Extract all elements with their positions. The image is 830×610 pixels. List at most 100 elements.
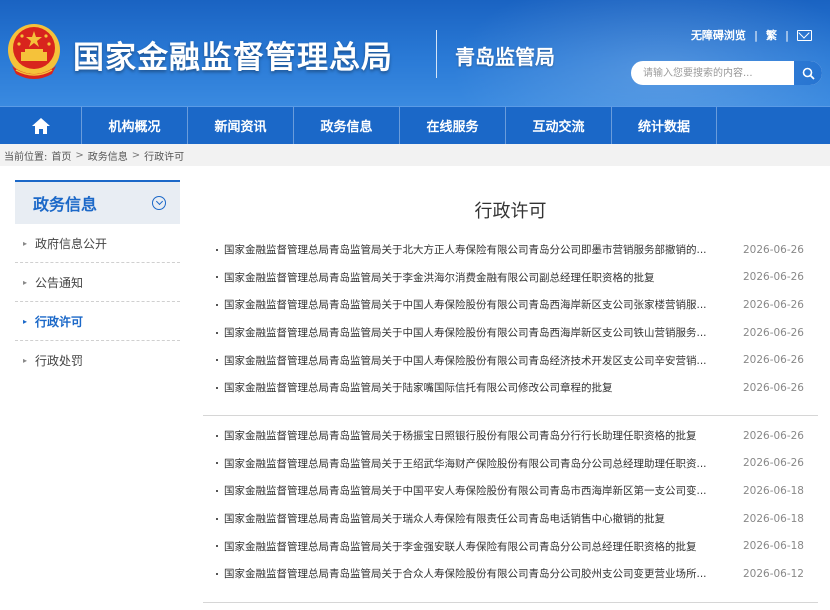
sidebar-title: 政务信息 (33, 195, 98, 214)
sidebar-item-administrative-license[interactable]: ▸ 行政许可 (15, 302, 180, 341)
list-item-title[interactable]: 国家金融监督管理总局青岛监管局关于中国平安人寿保险股份有限公司青岛市西海岸新区第… (224, 483, 724, 498)
sidebar-item-label: 公告通知 (35, 275, 84, 290)
nav-item-about[interactable]: 机构概况 (81, 106, 187, 145)
license-list-group-2: 国家金融监督管理总局青岛监管局关于杨振宝日照银行股份有限公司青岛分行行长助理任职… (216, 422, 804, 588)
sidebar-item-announcements[interactable]: ▸ 公告通知 (15, 263, 180, 302)
top-link-separator: | (784, 28, 789, 42)
nav-item-interaction[interactable]: 互动交流 (505, 106, 611, 145)
list-item-date: 2026-06-26 (742, 243, 804, 256)
breadcrumb-government-info[interactable]: 政务信息 (88, 148, 128, 163)
sidebar: 政务信息 ▸ 政府信息公开 ▸ 公告通知 ▸ 行政许可 ▸ 行政处罚 (15, 180, 180, 380)
top-links: 无障碍浏览 | 繁 | (691, 27, 812, 43)
list-item-date: 2026-06-18 (742, 484, 804, 497)
list-item-date: 2026-06-26 (742, 354, 804, 367)
national-emblem-icon (8, 24, 60, 79)
list-item[interactable]: 国家金融监督管理总局青岛监管局关于中国平安人寿保险股份有限公司青岛市西海岸新区第… (216, 477, 804, 505)
breadcrumb-separator: > (131, 149, 141, 161)
list-item-date: 2026-06-18 (742, 540, 804, 553)
bullet-icon (216, 359, 218, 362)
license-list-group-1: 国家金融监督管理总局青岛监管局关于北大方正人寿保险有限公司青岛分公司即墨市营销服… (216, 236, 804, 402)
list-item[interactable]: 国家金融监督管理总局青岛监管局关于中国人寿保险股份有限公司青岛西海岸新区支公司铁… (216, 319, 804, 347)
top-link-separator: | (753, 28, 758, 42)
bullet-icon (216, 489, 218, 492)
list-divider (203, 602, 818, 603)
sidebar-item-label: 行政处罚 (35, 354, 84, 368)
list-item-date: 2026-06-26 (742, 298, 804, 311)
arrow-right-icon: ▸ (23, 238, 28, 248)
arrow-right-icon: ▸ (23, 316, 28, 326)
nav-item-online-service[interactable]: 在线服务 (399, 106, 505, 145)
list-item-date: 2026-06-12 (742, 567, 804, 580)
mail-icon[interactable] (797, 29, 812, 41)
list-item-title[interactable]: 国家金融监督管理总局青岛监管局关于杨振宝日照银行股份有限公司青岛分行行长助理任职… (224, 428, 724, 443)
list-item-title[interactable]: 国家金融监督管理总局青岛监管局关于北大方正人寿保险有限公司青岛分公司即墨市营销服… (224, 242, 724, 257)
nav-item-government-info[interactable]: 政务信息 (293, 106, 399, 145)
list-item-date: 2026-06-26 (742, 429, 804, 442)
traditional-chinese-link[interactable]: 繁 (766, 27, 777, 43)
list-item-title[interactable]: 国家金融监督管理总局青岛监管局关于中国人寿保险股份有限公司青岛西海岸新区支公司张… (224, 297, 724, 312)
bullet-icon (216, 517, 218, 520)
list-item[interactable]: 国家金融监督管理总局青岛监管局关于王绍武华海财产保险股份有限公司青岛分公司总经理… (216, 450, 804, 478)
sidebar-item-label: 政府信息公开 (35, 236, 108, 251)
list-item-title[interactable]: 国家金融监督管理总局青岛监管局关于中国人寿保险股份有限公司青岛西海岸新区支公司铁… (224, 325, 724, 340)
bullet-icon (216, 303, 218, 306)
list-divider (203, 415, 818, 416)
branch-title[interactable]: 青岛监管局 (455, 41, 555, 70)
breadcrumb-home[interactable]: 首页 (51, 148, 71, 163)
breadcrumb: 当前位置: 首页 > 政务信息 > 行政许可 (0, 144, 830, 166)
breadcrumb-prefix: 当前位置: (4, 151, 48, 163)
list-item-title[interactable]: 国家金融监督管理总局青岛监管局关于陆家嘴国际信托有限公司修改公司章程的批复 (224, 380, 724, 395)
list-item-date: 2026-06-26 (742, 271, 804, 284)
list-item-title[interactable]: 国家金融监督管理总局青岛监管局关于李金强安联人寿保险有限公司青岛分公司总经理任职… (224, 539, 724, 554)
bullet-icon (216, 545, 218, 548)
list-item[interactable]: 国家金融监督管理总局青岛监管局关于李金强安联人寿保险有限公司青岛分公司总经理任职… (216, 532, 804, 560)
search-box (631, 61, 822, 85)
list-item-date: 2026-06-26 (742, 326, 804, 339)
nav-item-statistics[interactable]: 统计数据 (611, 106, 717, 145)
accessibility-link[interactable]: 无障碍浏览 (691, 27, 746, 43)
list-item-title[interactable]: 国家金融监督管理总局青岛监管局关于王绍武华海财产保险股份有限公司青岛分公司总经理… (224, 456, 724, 471)
sidebar-header: 政务信息 (15, 180, 180, 224)
list-item-date: 2026-06-18 (742, 512, 804, 525)
home-icon (31, 117, 50, 134)
bullet-icon (216, 386, 218, 389)
main-nav: 机构概况 新闻资讯 政务信息 在线服务 互动交流 统计数据 (0, 106, 830, 145)
chevron-down-circle-icon[interactable] (152, 196, 166, 210)
bullet-icon (216, 331, 218, 334)
list-item-title[interactable]: 国家金融监督管理总局青岛监管局关于中国人寿保险股份有限公司青岛经济技术开发区支公… (224, 353, 724, 368)
list-item-title[interactable]: 国家金融监督管理总局青岛监管局关于瑞众人寿保险有限责任公司青岛电话销售中心撤销的… (224, 511, 724, 526)
sidebar-item-administrative-penalty[interactable]: ▸ 行政处罚 (15, 341, 180, 380)
list-item[interactable]: 国家金融监督管理总局青岛监管局关于杨振宝日照银行股份有限公司青岛分行行长助理任职… (216, 422, 804, 450)
breadcrumb-current[interactable]: 行政许可 (144, 148, 184, 163)
list-item[interactable]: 国家金融监督管理总局青岛监管局关于瑞众人寿保险有限责任公司青岛电话销售中心撤销的… (216, 505, 804, 533)
search-input[interactable] (631, 62, 794, 84)
list-item-date: 2026-06-26 (742, 381, 804, 394)
search-button[interactable] (794, 61, 822, 85)
arrow-right-icon: ▸ (23, 277, 28, 287)
breadcrumb-separator: > (75, 149, 84, 161)
arrow-right-icon: ▸ (23, 356, 28, 365)
title-divider (436, 30, 437, 78)
page-title: 行政许可 (474, 201, 547, 222)
list-item[interactable]: 国家金融监督管理总局青岛监管局关于中国人寿保险股份有限公司青岛西海岸新区支公司张… (216, 291, 804, 319)
list-item[interactable]: 国家金融监督管理总局青岛监管局关于中国人寿保险股份有限公司青岛经济技术开发区支公… (216, 346, 804, 374)
list-item[interactable]: 国家金融监督管理总局青岛监管局关于北大方正人寿保险有限公司青岛分公司即墨市营销服… (216, 236, 804, 264)
sidebar-item-label: 行政许可 (35, 314, 84, 329)
list-item[interactable]: 国家金融监督管理总局青岛监管局关于李金洪海尔消费金融有限公司副总经理任职资格的批… (216, 264, 804, 292)
list-item-title[interactable]: 国家金融监督管理总局青岛监管局关于李金洪海尔消费金融有限公司副总经理任职资格的批… (224, 270, 724, 285)
bullet-icon (216, 434, 218, 437)
site-title[interactable]: 国家金融监督管理总局 (73, 32, 393, 77)
list-item-title[interactable]: 国家金融监督管理总局青岛监管局关于合众人寿保险股份有限公司青岛分公司胶州支公司变… (224, 566, 724, 581)
bullet-icon (216, 462, 218, 465)
sidebar-item-info-disclosure[interactable]: ▸ 政府信息公开 (15, 224, 180, 263)
nav-item-news[interactable]: 新闻资讯 (187, 106, 293, 145)
bullet-icon (216, 276, 218, 279)
bullet-icon (216, 572, 218, 575)
list-item[interactable]: 国家金融监督管理总局青岛监管局关于陆家嘴国际信托有限公司修改公司章程的批复 202… (216, 374, 804, 402)
list-item-date: 2026-06-26 (742, 457, 804, 470)
bullet-icon (216, 248, 218, 251)
site-header: 国家金融监督管理总局 青岛监管局 无障碍浏览 | 繁 | (0, 0, 830, 106)
list-item[interactable]: 国家金融监督管理总局青岛监管局关于合众人寿保险股份有限公司青岛分公司胶州支公司变… (216, 560, 804, 588)
search-icon (802, 67, 815, 80)
nav-home[interactable] (0, 107, 81, 145)
